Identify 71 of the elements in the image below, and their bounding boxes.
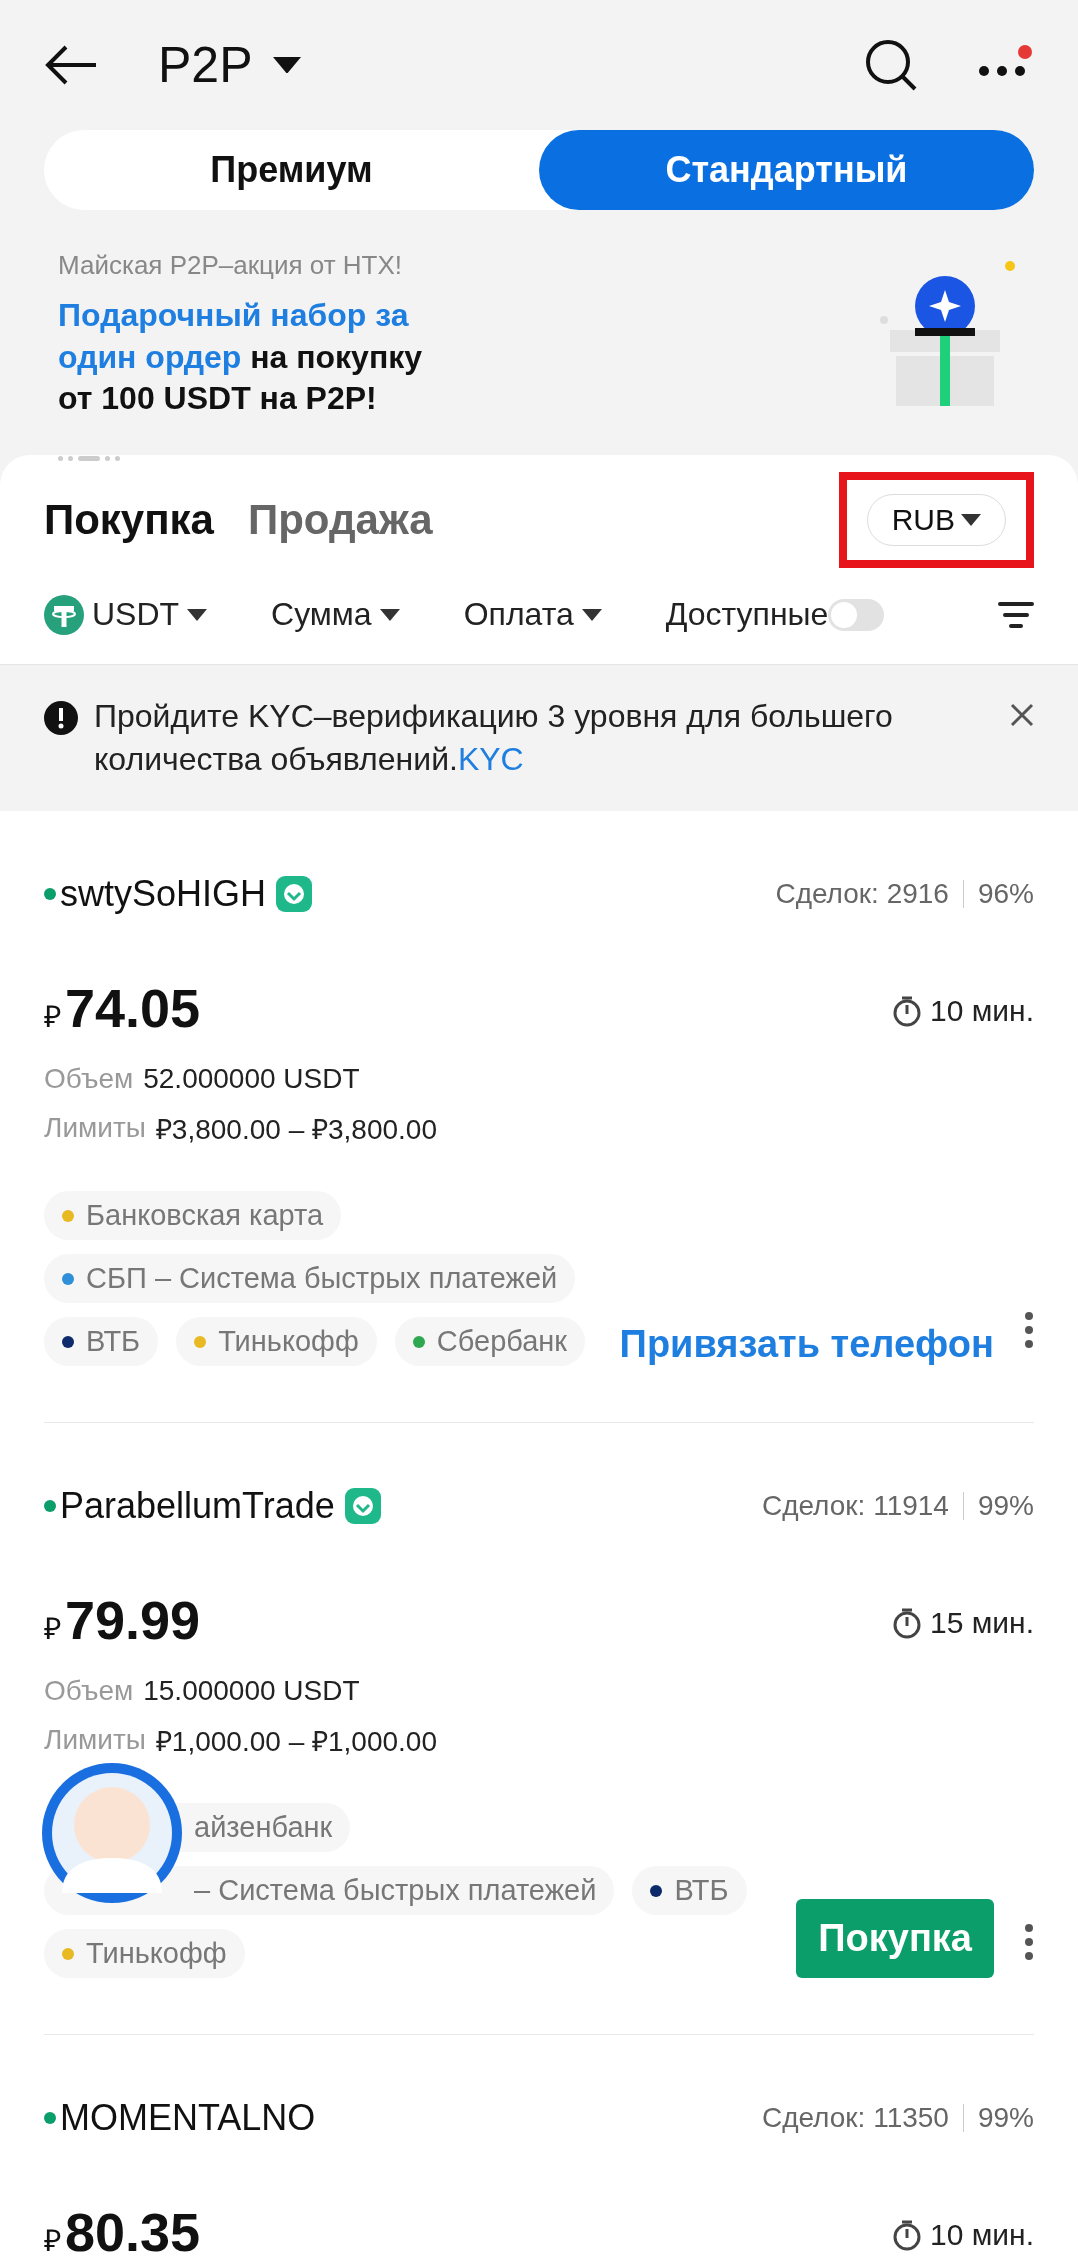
timer-icon [892, 995, 922, 1028]
currency-sign: ₽ [44, 1611, 61, 1648]
completion-rate: 99% [977, 2102, 1034, 2135]
caret-icon [961, 514, 981, 526]
coin-icon [44, 594, 84, 635]
merchant-name[interactable]: MOMENTALNO [60, 2097, 316, 2140]
caret-icon [187, 608, 208, 621]
payment-time: 10 мин. [930, 2218, 1034, 2253]
deals-count: Сделок: 11350 [761, 2102, 949, 2135]
filter-dropdown[interactable]: Сумма [271, 596, 400, 633]
banner-headline[interactable]: Подарочный набор за один ордер на покупку от 100 USDT на P2P! [58, 295, 464, 420]
status-dot [44, 888, 56, 901]
filter-label: Доступные [665, 596, 829, 633]
payment-method-label: СБП – Система быстрых платежей [86, 1262, 558, 1296]
limits-value: ₽3,800.00 – ₽3,800.00 [155, 1113, 437, 1148]
filter-icon[interactable] [998, 600, 1034, 629]
payment-method-label: айзенбанк [194, 1811, 333, 1845]
completion-rate: 96% [977, 878, 1034, 911]
payment-method-label: Сбербанк [436, 1325, 568, 1359]
back-icon[interactable] [44, 45, 98, 85]
available-toggle[interactable] [828, 598, 885, 631]
close-icon[interactable] [1010, 703, 1034, 727]
caret-icon [379, 608, 400, 621]
payment-method-label: Тинькофф [86, 1937, 227, 1971]
volume-label: Объем [44, 1063, 134, 1096]
currency-dropdown[interactable]: RUB [866, 494, 1006, 546]
payment-time: 15 мин. [930, 1606, 1034, 1641]
merchant-name[interactable]: ParabellumTrade [60, 1485, 335, 1528]
payment-time: 10 мин. [930, 994, 1034, 1029]
side-tab[interactable]: Продажа [247, 496, 433, 544]
alert-icon [44, 701, 78, 735]
merchant-name[interactable]: swtySoHIGH [60, 873, 267, 916]
volume-label: Объем [44, 1675, 134, 1708]
status-dot [44, 2112, 56, 2125]
price: 80.35 [65, 2201, 201, 2260]
deals-count: Сделок: 11914 [761, 1490, 949, 1523]
kyc-link[interactable]: KYC [457, 741, 524, 778]
timer-icon [892, 2219, 922, 2252]
currency-sign: ₽ [44, 2223, 61, 2260]
bind-phone-link[interactable]: Привязать телефон [619, 1323, 994, 1367]
more-icon[interactable] [1024, 1924, 1034, 1961]
mode-tab[interactable]: Премиум [44, 130, 539, 210]
limits-value: ₽1,000.00 – ₽1,000.00 [155, 1725, 437, 1760]
caret-icon [272, 56, 301, 74]
limits-label: Лимиты [44, 1724, 146, 1757]
coin-filter[interactable]: USDT [44, 594, 208, 635]
price: 79.99 [65, 1589, 201, 1652]
support-avatar[interactable] [42, 1763, 182, 1904]
timer-icon [892, 1607, 922, 1640]
page-title[interactable]: P2P [158, 36, 253, 94]
mode-tab[interactable]: Стандартный [539, 130, 1034, 210]
payment-method-label: Банковская карта [86, 1199, 324, 1233]
volume-value: 52.000000 USDT [143, 1063, 360, 1096]
status-dot [44, 1500, 56, 1513]
currency-sign: ₽ [44, 999, 61, 1036]
payment-method-label: Тинькофф [218, 1325, 359, 1359]
limits-label: Лимиты [44, 1112, 146, 1145]
side-tab[interactable]: Покупка [44, 496, 214, 544]
payment-method-label: ВТБ [674, 1874, 729, 1908]
banner-subtitle: Майская P2P–акция от HTX! [58, 250, 404, 281]
more-icon[interactable] [1024, 1312, 1034, 1349]
kyc-notice: Пройдите KYC–верификацию 3 уровня для большего количества объявлений.KYC [94, 697, 894, 780]
volume-value: 15.000000 USDT [143, 1675, 360, 1708]
payment-method-label: ВТБ [86, 1325, 141, 1359]
payment-method-label: – Система быстрых платежей [194, 1874, 597, 1908]
caret-icon [581, 608, 602, 621]
deals-count: Сделок: 2916 [775, 878, 949, 911]
search-icon[interactable] [864, 38, 918, 92]
completion-rate: 99% [977, 1490, 1034, 1523]
price: 74.05 [65, 977, 201, 1040]
filter-dropdown[interactable]: Оплата [463, 596, 602, 633]
